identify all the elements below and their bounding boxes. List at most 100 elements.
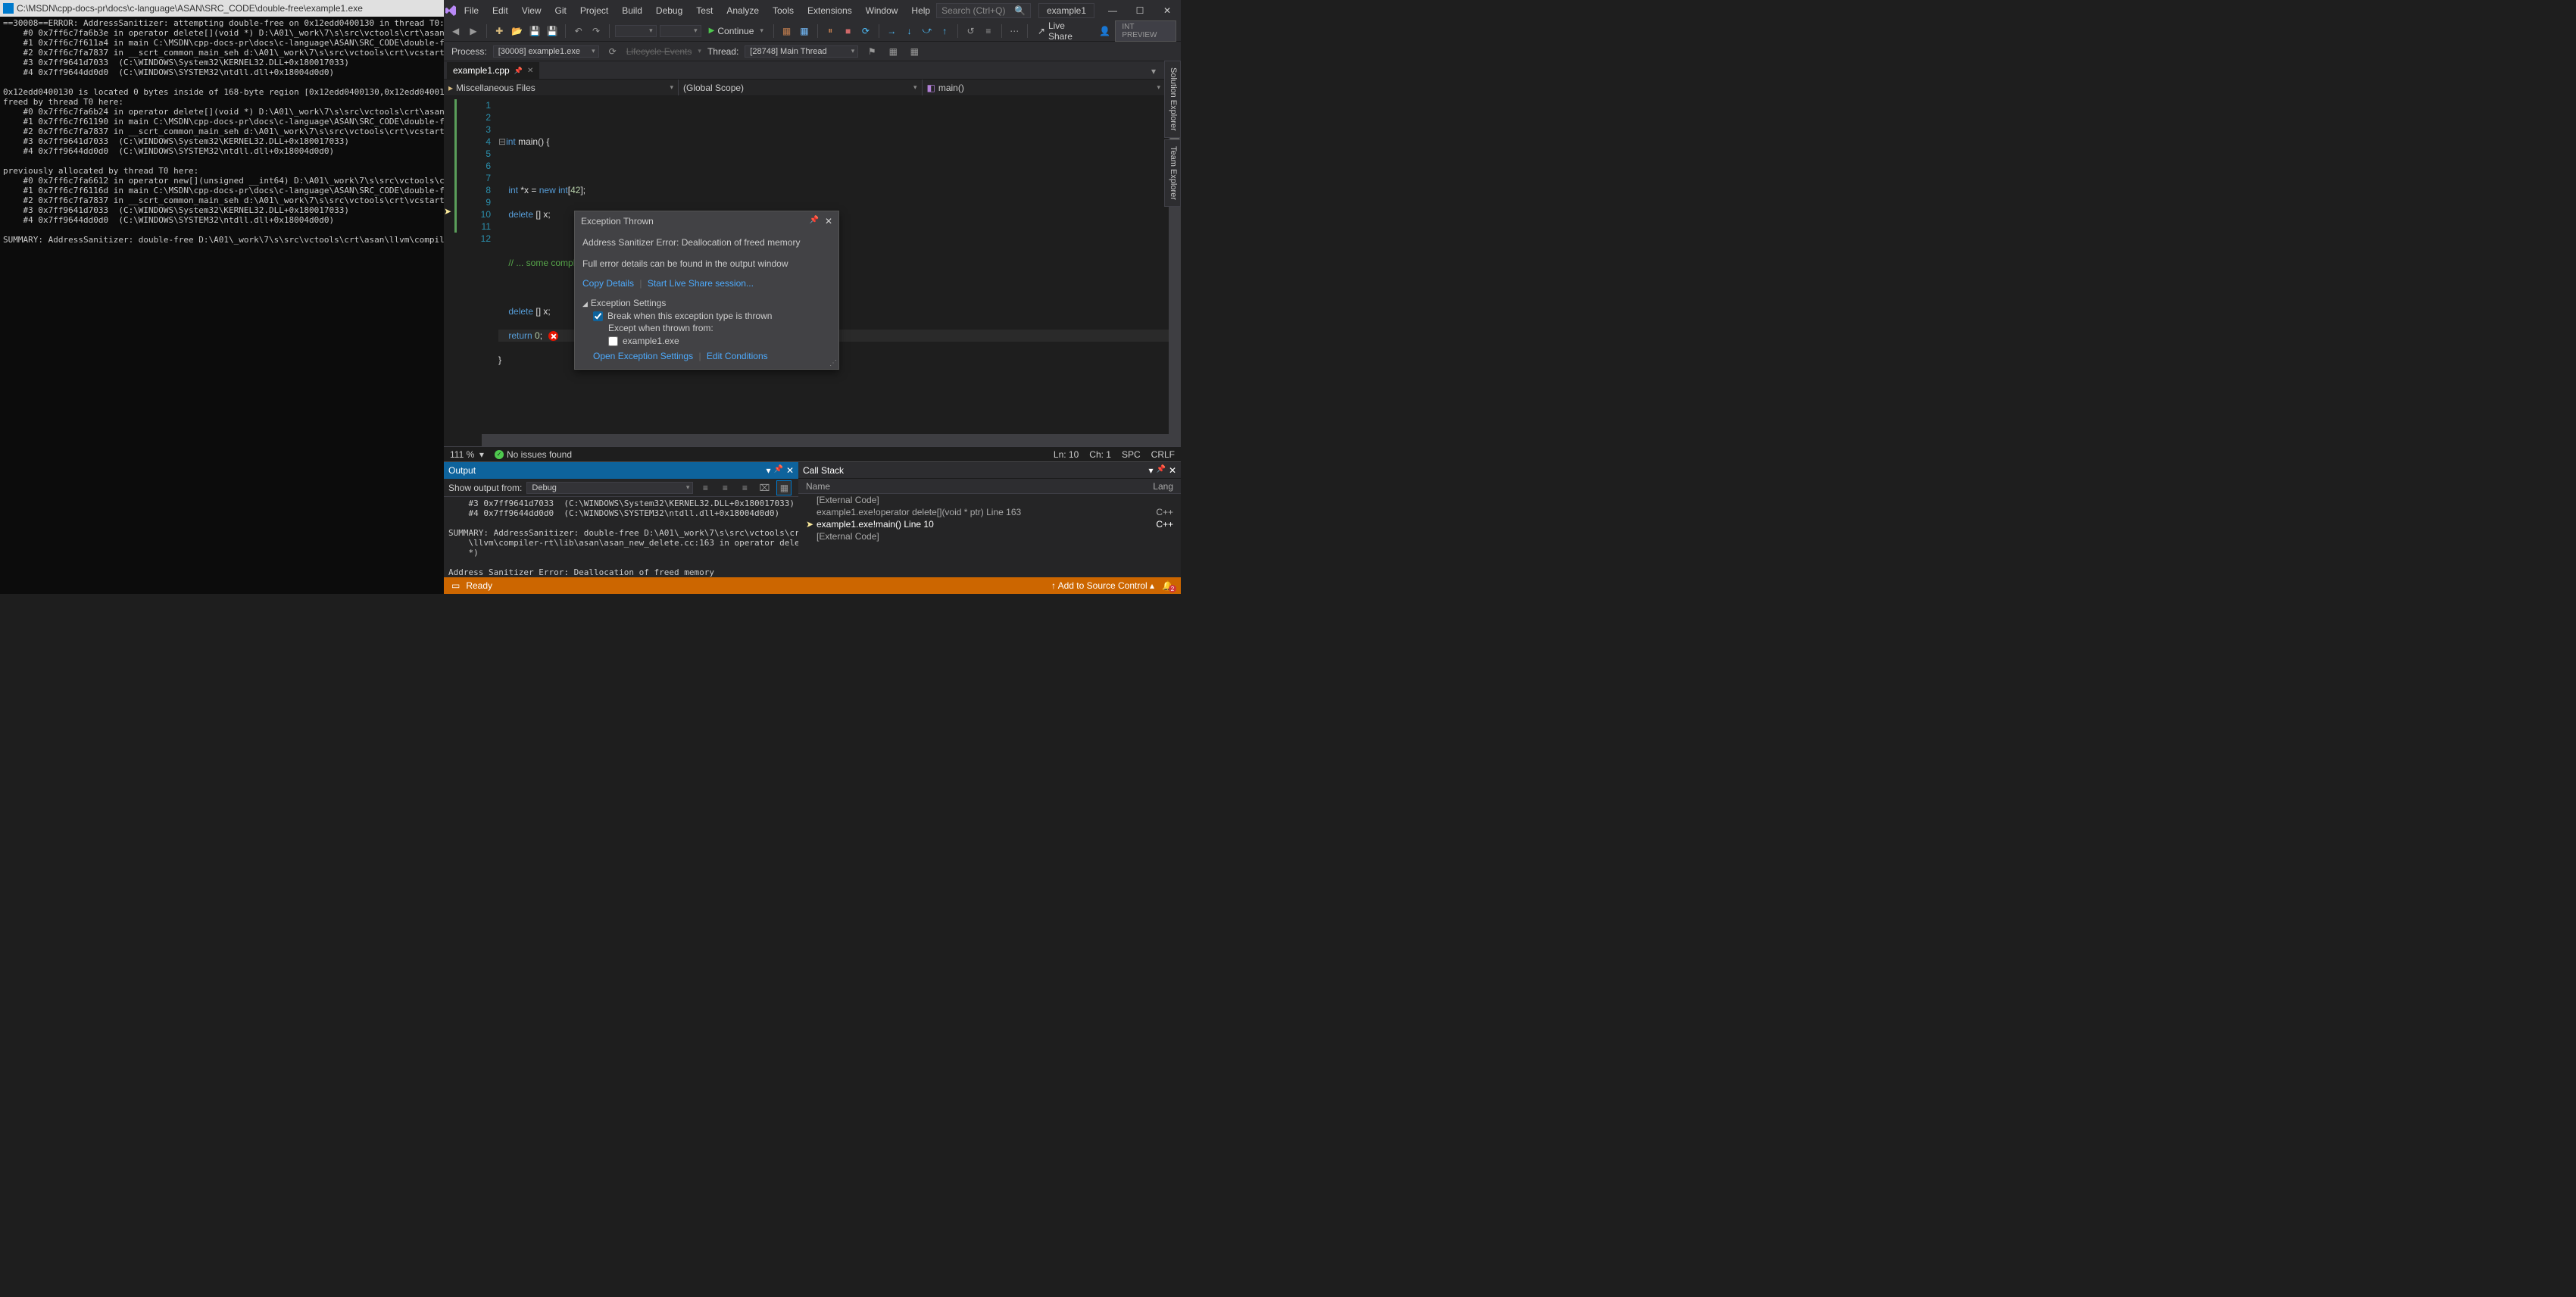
- resize-grip-icon[interactable]: ⋰: [829, 359, 837, 367]
- pin-icon[interactable]: 📌: [514, 67, 523, 75]
- tab-example1[interactable]: example1.cpp 📌 ✕: [447, 62, 539, 79]
- close-button[interactable]: ✕: [1154, 0, 1181, 20]
- tb2-c[interactable]: ▦: [907, 44, 922, 59]
- output-icon-b[interactable]: ≡: [717, 480, 732, 495]
- indent-indicator[interactable]: SPC: [1122, 449, 1141, 460]
- platform-dropdown[interactable]: [660, 25, 701, 37]
- doc-dropdown-icon[interactable]: ▾: [1146, 64, 1161, 79]
- menu-project[interactable]: Project: [574, 2, 614, 19]
- output-icon-d[interactable]: ⌧: [757, 480, 772, 495]
- tb-misc-b[interactable]: ≡: [981, 23, 995, 39]
- menu-view[interactable]: View: [516, 2, 548, 19]
- liveshare-button[interactable]: ↗ Live Share: [1033, 20, 1094, 42]
- maximize-button[interactable]: ☐: [1126, 0, 1154, 20]
- tb-icon-a[interactable]: ▦: [779, 23, 794, 39]
- tb2-b[interactable]: ▦: [885, 44, 901, 59]
- col-name[interactable]: Name: [806, 481, 830, 492]
- callstack-header[interactable]: Call Stack ▾ 📌 ✕: [798, 462, 1181, 479]
- continue-button[interactable]: ▶ Continue ▾: [704, 23, 768, 39]
- panel-close-icon[interactable]: ✕: [1169, 465, 1176, 476]
- process-dropdown[interactable]: [30008] example1.exe: [493, 45, 599, 58]
- tb2-icon[interactable]: ⟳: [605, 44, 620, 59]
- notifications-button[interactable]: 🔔 2: [1162, 580, 1173, 591]
- output-header[interactable]: Output ▾ 📌 ✕: [444, 462, 798, 479]
- step-into-button[interactable]: ↓: [902, 23, 916, 39]
- menu-tools[interactable]: Tools: [767, 2, 800, 19]
- add-source-control[interactable]: ↑ Add to Source Control ▴: [1051, 580, 1154, 591]
- step-out-button[interactable]: ↑: [938, 23, 952, 39]
- output-icon-c[interactable]: ≡: [737, 480, 752, 495]
- menu-extensions[interactable]: Extensions: [801, 2, 858, 19]
- panel-close-icon[interactable]: ✕: [786, 465, 794, 476]
- pause-button[interactable]: ⏸: [823, 23, 838, 39]
- console-titlebar[interactable]: C:\MSDN\cpp-docs-pr\docs\c-language\ASAN…: [0, 0, 444, 17]
- panel-dropdown-icon[interactable]: ▾: [1148, 465, 1153, 476]
- output-icon-a[interactable]: ≡: [698, 480, 713, 495]
- save-button[interactable]: 💾: [527, 23, 542, 39]
- zoom-level[interactable]: 111 % ▾: [450, 449, 484, 460]
- callstack-row[interactable]: ➤example1.exe!main() Line 10C++: [798, 518, 1181, 530]
- editor-scrollbar-h[interactable]: [482, 434, 1169, 446]
- undo-button[interactable]: ↶: [571, 23, 585, 39]
- user-icon[interactable]: 👤: [1098, 23, 1112, 39]
- tab-solution-explorer[interactable]: Solution Explorer: [1164, 61, 1181, 138]
- scope-namespace[interactable]: (Global Scope): [679, 80, 923, 95]
- step-next-button[interactable]: →: [885, 23, 899, 39]
- restart-button[interactable]: ⟳: [858, 23, 873, 39]
- redo-button[interactable]: ↷: [589, 23, 603, 39]
- tb-misc-a[interactable]: ↺: [963, 23, 978, 39]
- exception-header[interactable]: Exception Thrown 📌 ✕: [575, 211, 838, 231]
- menu-help[interactable]: Help: [905, 2, 936, 19]
- char-indicator[interactable]: Ch: 1: [1089, 449, 1111, 460]
- collapse-icon[interactable]: ◢: [582, 300, 588, 308]
- output-source-dropdown[interactable]: Debug: [526, 482, 693, 494]
- col-lang[interactable]: Lang: [1153, 481, 1173, 492]
- scope-project[interactable]: ▸ Miscellaneous Files: [444, 80, 679, 95]
- callstack-body[interactable]: [External Code] example1.exe!operator de…: [798, 494, 1181, 577]
- nav-fwd-button[interactable]: ▶: [466, 23, 480, 39]
- open-settings-link[interactable]: Open Exception Settings: [593, 351, 693, 361]
- search-input[interactable]: Search (Ctrl+Q) 🔍: [936, 3, 1031, 18]
- menu-analyze[interactable]: Analyze: [720, 2, 765, 19]
- menu-build[interactable]: Build: [616, 2, 648, 19]
- minimize-button[interactable]: —: [1099, 0, 1126, 20]
- new-item-button[interactable]: ✚: [492, 23, 507, 39]
- module-checkbox[interactable]: [608, 336, 618, 346]
- lineend-indicator[interactable]: CRLF: [1151, 449, 1175, 460]
- close-icon[interactable]: ✕: [825, 216, 832, 227]
- start-liveshare-link[interactable]: Start Live Share session...: [648, 278, 754, 289]
- menu-git[interactable]: Git: [549, 2, 573, 19]
- callstack-row[interactable]: [External Code]: [798, 530, 1181, 542]
- copy-details-link[interactable]: Copy Details: [582, 278, 634, 289]
- flag-icon[interactable]: ⚑: [864, 44, 879, 59]
- scope-function[interactable]: ◧ main(): [923, 80, 1166, 95]
- break-checkbox[interactable]: [593, 311, 603, 321]
- panel-dropdown-icon[interactable]: ▾: [766, 465, 770, 476]
- callstack-row[interactable]: example1.exe!operator delete[](void * pt…: [798, 506, 1181, 518]
- tb-misc-c[interactable]: ⋯: [1007, 23, 1022, 39]
- config-dropdown[interactable]: [615, 25, 657, 37]
- panel-pin-icon[interactable]: 📌: [773, 465, 782, 476]
- console-body[interactable]: ==30008==ERROR: AddressSanitizer: attemp…: [0, 17, 444, 246]
- nav-back-button[interactable]: ◀: [448, 23, 463, 39]
- panel-pin-icon[interactable]: 📌: [1156, 465, 1165, 476]
- output-body[interactable]: #3 0x7ff9641d7033 (C:\WINDOWS\System32\K…: [444, 497, 798, 577]
- close-icon[interactable]: ✕: [527, 67, 533, 75]
- thread-dropdown[interactable]: [28748] Main Thread: [745, 45, 858, 58]
- menu-test[interactable]: Test: [690, 2, 719, 19]
- output-icon-e[interactable]: ▦: [776, 480, 792, 495]
- callstack-row[interactable]: [External Code]: [798, 494, 1181, 506]
- saveall-button[interactable]: 💾: [545, 23, 560, 39]
- line-indicator[interactable]: Ln: 10: [1054, 449, 1079, 460]
- tab-team-explorer[interactable]: Team Explorer: [1164, 139, 1181, 207]
- step-over-button[interactable]: ⤻: [920, 23, 934, 39]
- tb-icon-b[interactable]: ▦: [797, 23, 811, 39]
- pin-icon[interactable]: 📌: [809, 216, 818, 227]
- menu-edit[interactable]: Edit: [486, 2, 514, 19]
- edit-conditions-link[interactable]: Edit Conditions: [707, 351, 768, 361]
- menu-window[interactable]: Window: [860, 2, 904, 19]
- open-button[interactable]: 📂: [510, 23, 524, 39]
- stop-button[interactable]: ■: [841, 23, 855, 39]
- comment-icon[interactable]: ▭: [451, 580, 460, 591]
- menu-file[interactable]: File: [458, 2, 485, 19]
